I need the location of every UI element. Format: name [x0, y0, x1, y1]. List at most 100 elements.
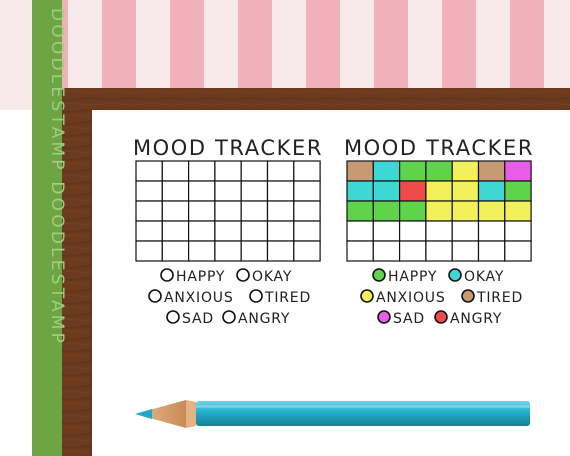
tracker-cell[interactable]: [399, 200, 427, 222]
tracker-cell[interactable]: [451, 180, 480, 202]
left-tracker-grid: [135, 160, 321, 262]
sad-legend-label: SAD: [182, 311, 214, 327]
tracker-cell[interactable]: [293, 220, 321, 242]
tracker-cell[interactable]: [451, 160, 480, 182]
tracker-cell[interactable]: [399, 180, 427, 202]
tracker-cell[interactable]: [214, 240, 242, 262]
tracker-cell[interactable]: [504, 240, 532, 262]
tracker-cell[interactable]: [188, 220, 216, 242]
tracker-cell[interactable]: [293, 180, 321, 202]
right-tracker-title: MOOD TRACKER: [344, 136, 534, 160]
mood-tracker-scene: DOODLESTAMP DOODLESTAMP MOOD TRACKER HAP…: [0, 0, 570, 456]
tracker-cell[interactable]: [266, 240, 295, 262]
tracker-cell[interactable]: [425, 200, 453, 222]
sad-legend-marker: [166, 310, 180, 324]
tracker-cell[interactable]: [135, 160, 163, 182]
tracker-cell[interactable]: [161, 160, 190, 182]
pencil-body: [196, 401, 530, 426]
angry-legend-marker: [434, 310, 448, 324]
anxious-legend-marker: [148, 289, 162, 303]
tracker-cell[interactable]: [451, 220, 480, 242]
happy-legend-label: HAPPY: [388, 269, 437, 285]
tracker-cell[interactable]: [161, 240, 190, 262]
tracker-cell[interactable]: [214, 160, 242, 182]
tracker-cell[interactable]: [477, 200, 506, 222]
tracker-cell[interactable]: [188, 200, 216, 222]
tracker-cell[interactable]: [477, 240, 506, 262]
tracker-cell[interactable]: [135, 180, 163, 202]
tracker-cell[interactable]: [451, 200, 480, 222]
tracker-cell[interactable]: [188, 180, 216, 202]
tracker-cell[interactable]: [135, 200, 163, 222]
tired-legend-label: TIRED: [264, 290, 311, 306]
tracker-cell[interactable]: [266, 220, 295, 242]
tracker-cell[interactable]: [161, 180, 190, 202]
tracker-cell[interactable]: [346, 160, 374, 182]
tracker-cell[interactable]: [240, 160, 269, 182]
tracker-cell[interactable]: [425, 240, 453, 262]
okay-legend-marker: [236, 268, 250, 282]
brand-band: DOODLESTAMP DOODLESTAMP: [32, 0, 67, 456]
tracker-cell[interactable]: [161, 220, 190, 242]
tracker-cell[interactable]: [477, 160, 506, 182]
tracker-cell[interactable]: [135, 220, 163, 242]
happy-legend-marker: [160, 268, 174, 282]
tracker-cell[interactable]: [346, 220, 374, 242]
tracker-cell[interactable]: [214, 200, 242, 222]
tracker-cell[interactable]: [293, 200, 321, 222]
tracker-cell[interactable]: [240, 180, 269, 202]
tracker-cell[interactable]: [399, 220, 427, 242]
tracker-cell[interactable]: [346, 240, 374, 262]
tracker-cell[interactable]: [188, 240, 216, 262]
tracker-cell[interactable]: [266, 180, 295, 202]
angry-legend-label: ANGRY: [238, 311, 290, 327]
tracker-cell[interactable]: [425, 180, 453, 202]
tracker-cell[interactable]: [399, 240, 427, 262]
right-tracker-grid: [346, 160, 532, 262]
tracker-cell[interactable]: [214, 180, 242, 202]
tracker-cell[interactable]: [504, 180, 532, 202]
tracker-cell[interactable]: [451, 240, 480, 262]
angry-legend-marker: [222, 310, 236, 324]
tracker-cell[interactable]: [477, 220, 506, 242]
tired-legend-label: TIRED: [476, 290, 523, 306]
tracker-cell[interactable]: [372, 200, 401, 222]
happy-legend-label: HAPPY: [176, 269, 225, 285]
tracker-cell[interactable]: [188, 160, 216, 182]
tracker-cell[interactable]: [477, 180, 506, 202]
tracker-cell[interactable]: [372, 180, 401, 202]
okay-legend-label: OKAY: [464, 269, 504, 285]
okay-legend-marker: [448, 268, 462, 282]
tracker-cell[interactable]: [135, 240, 163, 262]
sad-legend-marker: [377, 310, 391, 324]
tracker-cell[interactable]: [346, 180, 374, 202]
tracker-cell[interactable]: [266, 160, 295, 182]
tracker-cell[interactable]: [240, 200, 269, 222]
tracker-cell[interactable]: [346, 200, 374, 222]
anxious-legend-label: ANXIOUS: [376, 290, 446, 306]
tracker-cell[interactable]: [504, 200, 532, 222]
tracker-cell[interactable]: [399, 160, 427, 182]
tracker-cell[interactable]: [425, 160, 453, 182]
tracker-cell[interactable]: [214, 220, 242, 242]
anxious-legend-marker: [360, 289, 374, 303]
tracker-cell[interactable]: [161, 200, 190, 222]
tracker-cell[interactable]: [372, 240, 401, 262]
tired-legend-marker: [249, 289, 263, 303]
left-tracker-title: MOOD TRACKER: [133, 136, 323, 160]
tracker-cell[interactable]: [504, 160, 532, 182]
tracker-cell[interactable]: [240, 220, 269, 242]
tired-legend-marker: [461, 289, 475, 303]
tracker-cell[interactable]: [372, 160, 401, 182]
tracker-cell[interactable]: [293, 240, 321, 262]
right-mood-tracker: MOOD TRACKER HAPPY OKAY ANXIOUS TIRED SAD ANG…: [344, 136, 534, 327]
angry-legend-label: ANGRY: [450, 311, 502, 327]
anxious-legend-label: ANXIOUS: [164, 290, 234, 306]
tracker-cell[interactable]: [425, 220, 453, 242]
tracker-cell[interactable]: [266, 200, 295, 222]
tracker-cell[interactable]: [293, 160, 321, 182]
tracker-cell[interactable]: [504, 220, 532, 242]
tracker-cell[interactable]: [372, 220, 401, 242]
brand-vertical-text: DOODLESTAMP DOODLESTAMP: [47, 8, 67, 346]
tracker-cell[interactable]: [240, 240, 269, 262]
